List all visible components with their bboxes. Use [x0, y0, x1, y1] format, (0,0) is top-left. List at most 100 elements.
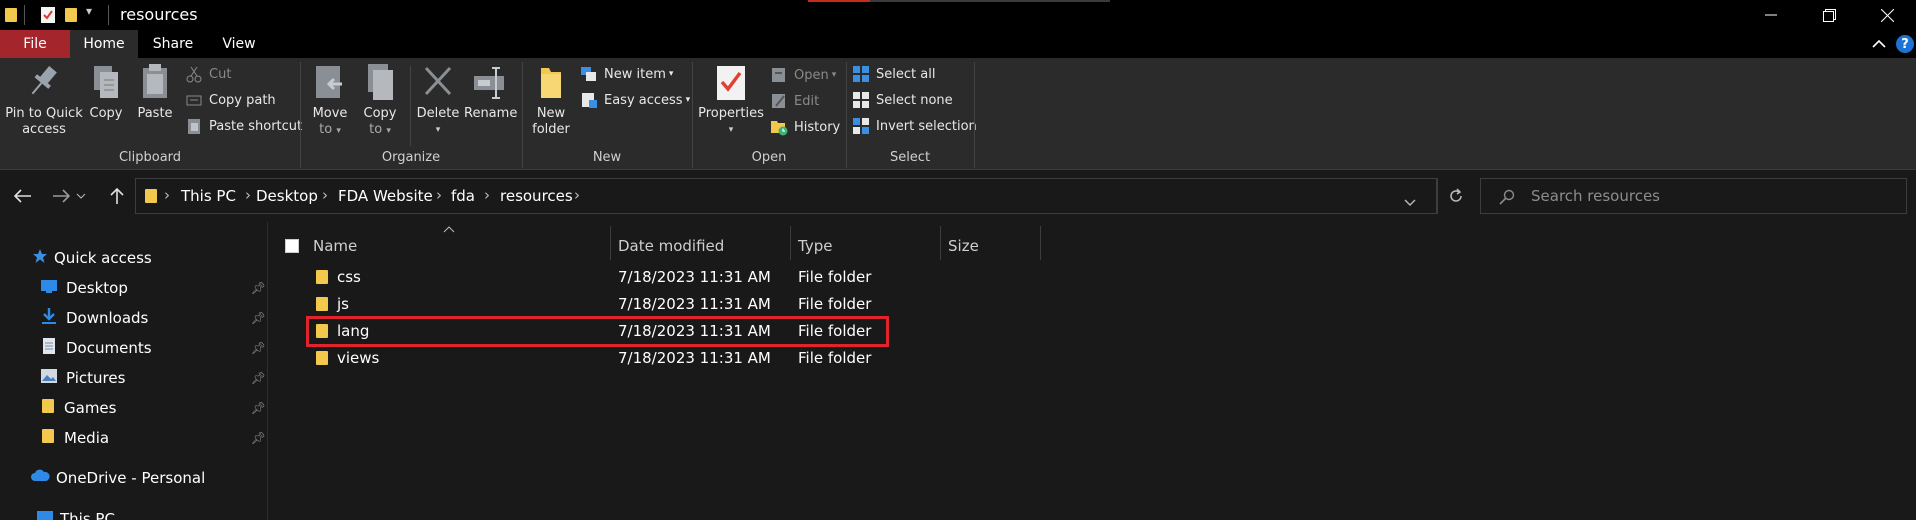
select-all-checkbox[interactable] [285, 228, 305, 264]
move-to-icon [312, 62, 348, 102]
pin-to-quick-access-button[interactable]: Pin to Quick access [4, 62, 84, 138]
column-header-name[interactable]: Name [313, 228, 573, 264]
restore-button[interactable] [1800, 0, 1858, 30]
breadcrumb-chevron-icon[interactable]: › [245, 186, 251, 204]
title-bar: ▾ resources [0, 0, 1916, 30]
nav-pictures[interactable]: Pictures 📌︎ [40, 363, 266, 393]
back-button[interactable] [10, 183, 36, 209]
file-row[interactable]: views 7/18/2023 11:31 AM File folder [269, 345, 1916, 372]
computer-icon [36, 510, 54, 520]
nav-downloads-label: Downloads [66, 309, 149, 327]
refresh-icon [1450, 188, 1462, 202]
title-accent [808, 0, 870, 2]
breadcrumb-fda-website[interactable]: FDA Website [338, 187, 433, 205]
copy-button[interactable]: Copy [84, 62, 128, 122]
properties-label: Properties [698, 106, 764, 121]
rename-button[interactable]: Rename [464, 62, 517, 122]
address-bar[interactable]: › This PC › Desktop › FDA Website › fda … [135, 178, 1437, 214]
properties-quick-icon[interactable] [40, 6, 56, 28]
desktop-icon [40, 279, 58, 297]
edit-button[interactable]: Edit [770, 90, 819, 112]
breadcrumb-desktop[interactable]: Desktop [256, 187, 318, 205]
column-divider[interactable] [940, 226, 941, 260]
breadcrumb-chevron-icon[interactable]: › [436, 186, 442, 204]
pin-icon[interactable]: 📌︎ [251, 311, 266, 325]
properties-button[interactable]: Properties ▾ [696, 62, 766, 138]
file-row[interactable]: css 7/18/2023 11:31 AM File folder [269, 264, 1916, 291]
customize-toolbar-icon[interactable]: ▾ [86, 4, 92, 18]
pin-icon[interactable]: 📌︎ [251, 431, 266, 445]
minimize-button[interactable] [1742, 0, 1800, 30]
title-accent [870, 0, 1110, 2]
help-icon[interactable]: ? [1896, 35, 1914, 53]
easy-access-label: Easy access [604, 92, 683, 108]
folder-icon [4, 6, 18, 28]
refresh-button[interactable] [1438, 178, 1474, 214]
move-to-label: Move [312, 106, 348, 121]
column-header-type[interactable]: Type [798, 228, 918, 264]
column-divider[interactable] [1040, 226, 1041, 260]
nav-media[interactable]: Media 📌︎ [40, 423, 266, 453]
divider [410, 66, 411, 146]
open-icon [770, 66, 788, 84]
invert-selection-button[interactable]: Invert selection [852, 115, 977, 137]
paste-shortcut-button[interactable]: Paste shortcut [185, 115, 302, 137]
tab-view[interactable]: View [208, 30, 270, 58]
tab-share[interactable]: Share [138, 30, 208, 58]
pin-label: Pin to Quick [5, 106, 83, 121]
breadcrumb-resources[interactable]: resources [500, 187, 573, 205]
nav-quick-access[interactable]: Quick access [32, 243, 152, 273]
nav-downloads[interactable]: Downloads 📌︎ [40, 303, 266, 333]
nav-desktop[interactable]: Desktop 📌︎ [40, 273, 266, 303]
tab-home[interactable]: Home [70, 30, 138, 58]
new-folder-icon [533, 62, 569, 102]
open-button[interactable]: Open ▾ [770, 64, 836, 86]
pin-icon[interactable]: 📌︎ [251, 371, 266, 385]
breadcrumb-chevron-icon[interactable]: › [484, 186, 490, 204]
pin-icon[interactable]: 📌︎ [251, 401, 266, 415]
address-dropdown-icon[interactable] [1404, 193, 1416, 211]
recent-locations-button[interactable] [74, 183, 88, 209]
nav-this-pc[interactable]: This PC [36, 504, 115, 520]
move-to-button[interactable]: Move to ▾ [306, 62, 354, 139]
copy-path-button[interactable]: Copy path [185, 89, 276, 111]
select-all-button[interactable]: Select all [852, 63, 935, 85]
breadcrumb-chevron-icon[interactable]: › [164, 186, 170, 204]
close-button[interactable] [1858, 0, 1916, 30]
copy-to-button[interactable]: Copy to ▾ [356, 62, 404, 139]
breadcrumb-fda[interactable]: fda [451, 187, 475, 205]
breadcrumb-chevron-icon[interactable]: › [574, 186, 580, 204]
forward-button[interactable] [48, 183, 74, 209]
pin-icon[interactable]: 📌︎ [251, 281, 266, 295]
ribbon-tab-bar: File Home Share View ? [0, 30, 1916, 58]
paste-button[interactable]: Paste [132, 62, 178, 122]
scissors-icon [185, 65, 203, 83]
select-none-button[interactable]: Select none [852, 89, 953, 111]
pin-icon[interactable]: 📌︎ [251, 341, 266, 355]
file-row[interactable]: js 7/18/2023 11:31 AM File folder [269, 291, 1916, 318]
column-divider[interactable] [790, 226, 791, 260]
up-button[interactable] [104, 183, 130, 209]
tab-file[interactable]: File [0, 30, 70, 58]
history-button[interactable]: History [770, 116, 840, 138]
breadcrumb-chevron-icon[interactable]: › [322, 186, 328, 204]
column-header-date[interactable]: Date modified [618, 228, 788, 264]
copy-to-icon [362, 62, 398, 102]
cut-label: Cut [209, 66, 232, 82]
breadcrumb-this-pc[interactable]: This PC [181, 187, 236, 205]
cut-button[interactable]: Cut [185, 63, 231, 85]
column-divider[interactable] [610, 226, 611, 260]
easy-access-button[interactable]: Easy access ▾ [580, 89, 690, 111]
search-input[interactable]: Search resources [1480, 178, 1907, 214]
collapse-ribbon-icon[interactable] [1868, 33, 1890, 55]
new-item-button[interactable]: New item ▾ [580, 63, 673, 85]
new-folder-button[interactable]: New folder [528, 62, 574, 138]
dropdown-arrow-icon: ▾ [336, 126, 341, 136]
nav-documents[interactable]: Documents 📌︎ [40, 333, 266, 363]
nav-games[interactable]: Games 📌︎ [40, 393, 266, 423]
column-header-size[interactable]: Size [948, 228, 1028, 264]
cloud-icon [30, 469, 50, 487]
new-folder-quick-icon[interactable] [64, 6, 78, 28]
delete-button[interactable]: Delete ▾ [414, 62, 462, 138]
nav-onedrive[interactable]: OneDrive - Personal [30, 463, 205, 493]
